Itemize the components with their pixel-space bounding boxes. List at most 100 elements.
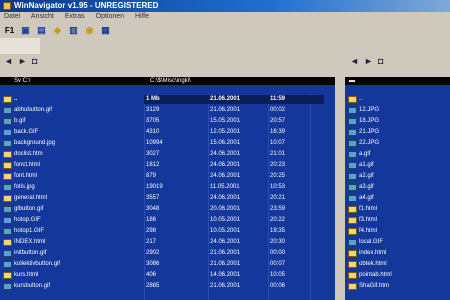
file-row[interactable]: ShaGif.htm <box>345 282 450 291</box>
file-row[interactable]: obtek.html <box>345 260 450 269</box>
file-date: 24.06.2001 <box>210 239 241 245</box>
file-name: b.gif <box>14 118 26 124</box>
image-file-icon <box>3 184 12 191</box>
file-row[interactable]: glbutton.gif 3048 20.06.2001 23:59 <box>0 205 335 214</box>
file-row[interactable]: pointab.html <box>345 271 450 280</box>
file-row[interactable]: a1.gif <box>345 161 450 170</box>
file-row[interactable]: general.html 3557 24.06.2001 20:21 <box>0 194 335 203</box>
back-icon[interactable]: ◄ <box>4 56 15 66</box>
refresh-icon[interactable]: ◉ <box>83 24 96 37</box>
file-row[interactable]: 21.JPG <box>345 128 450 137</box>
file-size: 10994 <box>146 140 163 146</box>
menu-item-extras[interactable]: Extras <box>65 13 85 20</box>
file-row[interactable]: kurs.html 406 14.06.2001 10:05 <box>0 271 335 280</box>
file-row[interactable]: a.gif <box>345 150 450 159</box>
file-row[interactable]: back.GIF 4310 12.05.2001 16:39 <box>0 128 335 137</box>
file-name: glbutton.gif <box>14 206 44 212</box>
file-date: 11.05.2001 <box>210 184 240 190</box>
file-name: .. <box>14 96 18 102</box>
file-row[interactable]: 18.JPG <box>345 117 450 126</box>
file-row[interactable]: index.html <box>345 249 450 258</box>
document-file-icon <box>3 173 12 180</box>
file-row[interactable]: fonct.html 1812 24.06.2001 20:23 <box>0 161 335 170</box>
file-row[interactable]: .. <box>345 95 450 104</box>
forward-icon[interactable]: ► <box>364 56 375 66</box>
f1-button[interactable]: F1 <box>3 24 16 37</box>
image-file-icon <box>3 228 12 235</box>
parent-directory-row[interactable]: .. 1 Mb 21.06.2001 11:59 <box>0 95 335 104</box>
copy-icon[interactable]: ▣ <box>19 24 32 37</box>
file-name: obtek.html <box>359 261 387 267</box>
file-row[interactable]: a2.gif <box>345 172 450 181</box>
file-row[interactable]: fotis.jpg 19019 11.05.2001 10:53 <box>0 183 335 192</box>
document-file-icon <box>348 217 357 224</box>
delete-icon[interactable]: ▥ <box>67 24 80 37</box>
view-icon[interactable]: ▦ <box>99 24 112 37</box>
file-row[interactable]: hotop1.GIF 298 10.05.2001 19:35 <box>0 227 335 236</box>
file-row[interactable]: abhubutton.gif 3129 21.06.2001 00:02 <box>0 106 335 115</box>
drive-icon[interactable]: ◘ <box>378 56 389 66</box>
back-icon[interactable]: ◄ <box>350 56 361 66</box>
window-title: WinNavigator v1.95 - UNREGISTERED <box>14 1 159 10</box>
image-file-icon <box>3 140 12 147</box>
file-row[interactable]: local.GIF <box>345 238 450 247</box>
file-row[interactable]: kursbutton.gif 2885 21.06.2001 00:06 <box>0 282 335 291</box>
file-date: 24.06.2001 <box>210 173 241 179</box>
image-file-icon <box>3 217 12 224</box>
folder-icon: ▬ <box>349 78 355 84</box>
file-size: 1 Mb <box>146 96 160 102</box>
file-name: ShaGif.htm <box>359 283 390 289</box>
image-file-icon <box>348 162 357 169</box>
file-row[interactable]: a4.gif <box>345 194 450 203</box>
right-drive-buttons: ◄ ► ◘ <box>350 56 392 66</box>
file-row[interactable]: a3.gif <box>345 183 450 192</box>
file-row[interactable]: 12.JPG <box>345 106 450 115</box>
menu-item-optionen[interactable]: Optionen <box>96 13 124 20</box>
drive-icon[interactable]: ◘ <box>32 56 43 66</box>
file-row[interactable]: hotop.GIF 186 10.05.2001 20:22 <box>0 216 335 225</box>
file-time: 23:59 <box>270 206 286 212</box>
file-name: kursbutton.gif <box>14 283 51 289</box>
title-bar: WinNavigator v1.95 - UNREGISTERED <box>0 0 450 12</box>
file-date: 21.06.2001 <box>210 261 241 267</box>
file-row[interactable]: f3.html <box>345 216 450 225</box>
file-name: a2.gif <box>359 173 374 179</box>
file-row[interactable]: INDEX.html 217 24.06.2001 20:30 <box>0 238 335 247</box>
file-name: kollektivbutton.gif <box>14 261 61 267</box>
menu-item-ansicht[interactable]: Ansicht <box>31 13 54 20</box>
file-name: index.html <box>359 250 387 256</box>
file-row[interactable]: b.gif 3705 15.05.2001 20:57 <box>0 117 335 126</box>
folder-up-icon <box>3 96 12 103</box>
file-row[interactable]: font.html 879 24.06.2001 20:25 <box>0 172 335 181</box>
file-date: 12.05.2001 <box>210 129 241 135</box>
file-time: 00:02 <box>270 107 286 113</box>
move-icon[interactable]: ▤ <box>35 24 48 37</box>
menu-item-hilfe[interactable]: Hilfe <box>135 13 149 20</box>
file-time: 00:07 <box>270 261 286 267</box>
file-name: fonct.html <box>14 162 41 168</box>
file-size: 186 <box>146 217 157 223</box>
file-time: 19:35 <box>270 228 286 234</box>
file-row[interactable]: 22.JPG <box>345 139 450 148</box>
file-name: a3.gif <box>359 184 374 190</box>
file-row[interactable]: f4.html <box>345 227 450 236</box>
panel-divider[interactable] <box>335 85 345 300</box>
menu-item-datei[interactable]: Datei <box>4 13 20 20</box>
file-date: 14.06.2001 <box>210 272 241 278</box>
left-drive-label[interactable]: Sv C:\ <box>14 77 30 85</box>
file-size: 1812 <box>146 162 160 168</box>
file-size: 217 <box>146 239 157 245</box>
document-file-icon <box>3 195 12 202</box>
file-date: 20.06.2001 <box>210 206 241 212</box>
file-row[interactable]: f1.html <box>345 205 450 214</box>
file-row[interactable]: initbutton.gif 2902 21.06.2001 00:00 <box>0 249 335 258</box>
document-file-icon <box>348 228 357 235</box>
file-row[interactable]: background.jpg 10994 15.06.2001 10:07 <box>0 139 335 148</box>
forward-icon[interactable]: ► <box>18 56 29 66</box>
file-row[interactable]: kollektivbutton.gif 3086 21.06.2001 00:07 <box>0 260 335 269</box>
file-date: 21.06.2001 <box>210 96 241 102</box>
file-row[interactable]: doclist.htm 3027 24.06.2001 21:01 <box>0 150 335 159</box>
new-folder-icon[interactable]: ◆ <box>51 24 64 37</box>
image-file-icon <box>3 129 12 136</box>
file-time: 20:25 <box>270 173 286 179</box>
